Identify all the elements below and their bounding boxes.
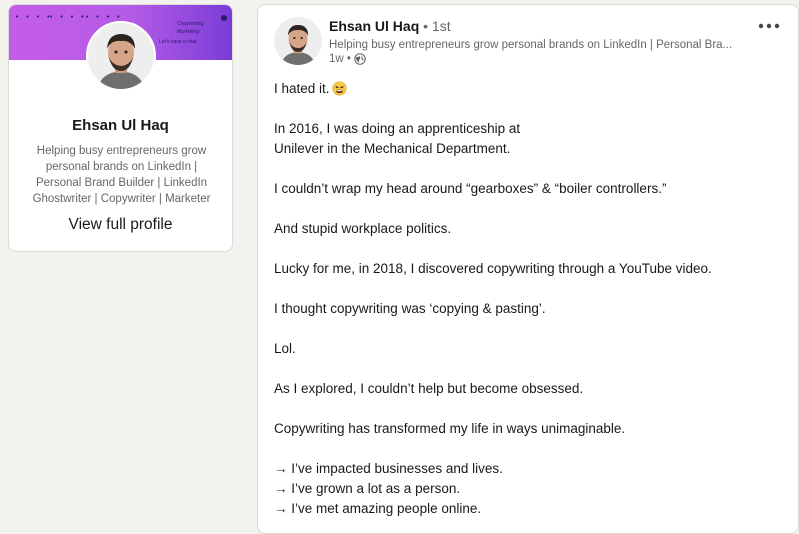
globe-icon: [354, 53, 366, 65]
cover-dots-decoration: • • • •: [49, 13, 86, 21]
post-paragraph: I thought copywriting was ‘copying & pas…: [274, 301, 546, 316]
post-time: 1w •: [329, 53, 351, 65]
post-list-item: → I’ve grown a lot as a person.: [274, 481, 461, 496]
post-paragraph: I couldn’t wrap my head around “gearboxe…: [274, 181, 667, 196]
post-card: Ehsan Ul Haq • 1st Helping busy entrepre…: [257, 4, 799, 534]
profile-headline: Helping busy entrepreneurs grow personal…: [32, 145, 211, 205]
post-author-name[interactable]: Ehsan Ul Haq: [329, 18, 419, 34]
cover-dots-decoration: • • • •: [85, 13, 122, 21]
post-author-headline: Helping busy entrepreneurs grow personal…: [329, 39, 733, 51]
tired-face-emoji: [331, 81, 347, 96]
author-avatar[interactable]: [274, 17, 322, 65]
post-paragraph: Lucky for me, in 2018, I discovered copy…: [274, 261, 712, 276]
post-paragraph: And stupid workplace politics.: [274, 221, 452, 236]
profile-card: • • • • • • • • • • • • Copywriting Mark…: [8, 4, 233, 252]
post-paragraph: Lol.: [274, 341, 296, 356]
cover-text: Marketing: [177, 29, 199, 35]
post-paragraph: Unilever in the Mechanical Department.: [274, 141, 511, 156]
more-icon: [758, 23, 780, 29]
post-paragraph: In 2016, I was doing an apprenticeship a…: [274, 121, 521, 136]
post-text: I hated it.: [274, 81, 330, 96]
cover-text: Let's have a chat: [159, 39, 197, 45]
cover-accent-dot: [221, 15, 227, 21]
post-paragraph: I hated it.: [274, 79, 784, 99]
cover-dots-decoration: • • • •: [15, 13, 52, 21]
profile-avatar[interactable]: [86, 21, 156, 91]
post-list-item: → I’ve met amazing people online.: [274, 501, 482, 516]
cover-text: Copywriting: [177, 21, 204, 27]
post-body: I hated it. In 2016, I was doing an appr…: [274, 79, 784, 519]
profile-name[interactable]: Ehsan Ul Haq: [9, 117, 232, 134]
post-meta: 1w •: [329, 53, 366, 65]
post-author-line: Ehsan Ul Haq • 1st: [329, 18, 451, 34]
post-paragraph: Copywriting has transformed my life in w…: [274, 421, 626, 436]
more-options-button[interactable]: [758, 13, 780, 33]
post-list-item: → I’ve impacted businesses and lives.: [274, 461, 503, 476]
view-full-profile-link[interactable]: View full profile: [9, 216, 232, 234]
connection-degree: • 1st: [419, 18, 451, 34]
post-paragraph: As I explored, I couldn’t help but becom…: [274, 381, 584, 396]
